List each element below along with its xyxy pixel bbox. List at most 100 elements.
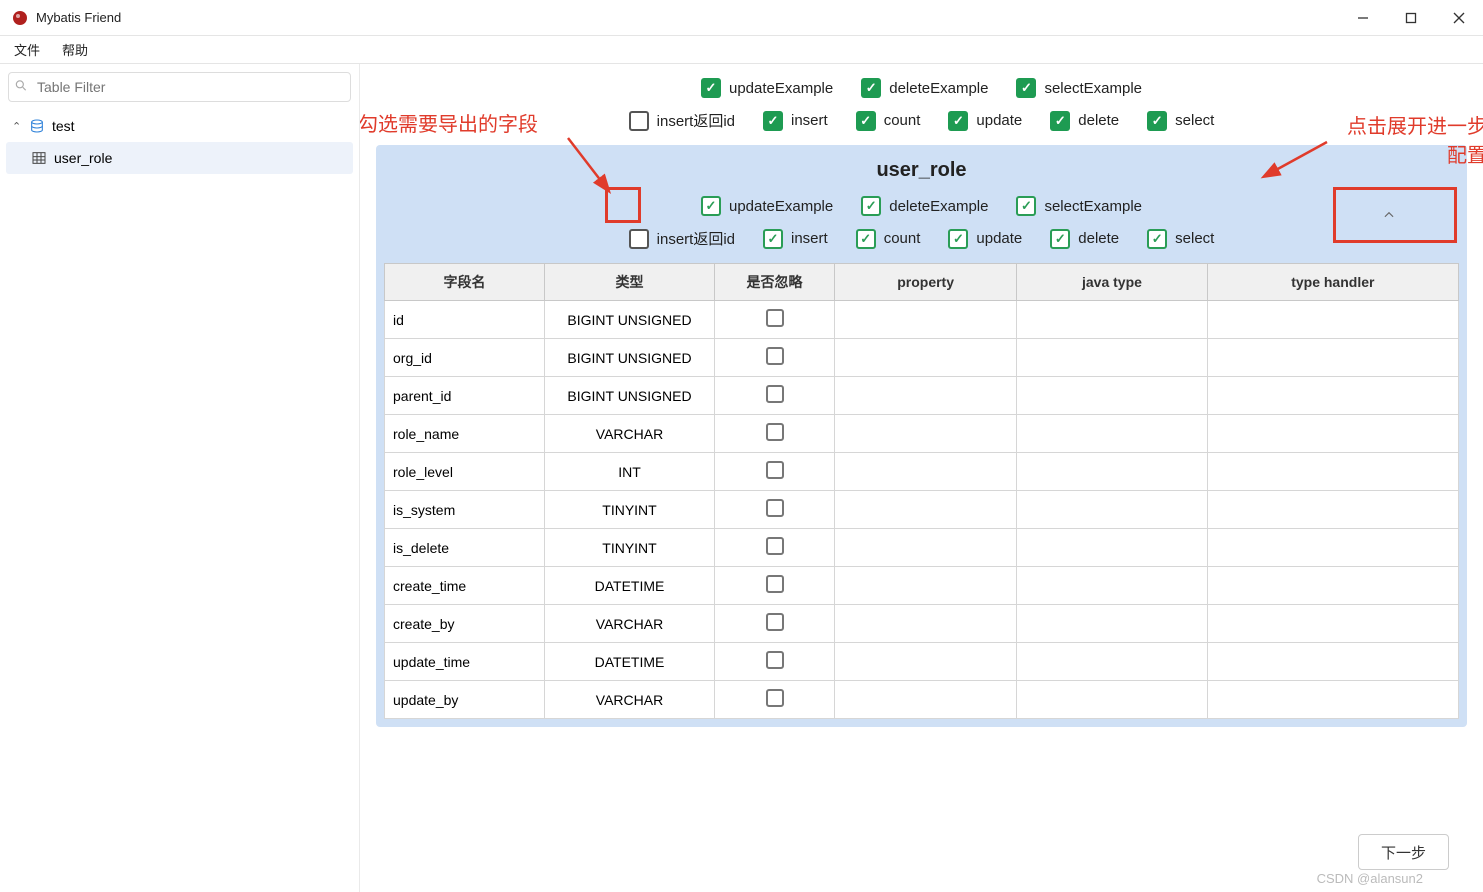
content-area: 勾选需要导出的字段 点击展开进一步 配置 ✓updateExample ✓del…: [360, 64, 1483, 892]
table-row[interactable]: role_nameVARCHAR: [385, 415, 1459, 453]
checkbox-icon[interactable]: [766, 347, 784, 365]
cell-javatype[interactable]: [1017, 339, 1207, 377]
table-row[interactable]: idBIGINT UNSIGNED: [385, 301, 1459, 339]
checkbox-icon[interactable]: [766, 689, 784, 707]
cell-property[interactable]: [835, 301, 1017, 339]
menu-help[interactable]: 帮助: [62, 40, 88, 59]
col-typehandler: type handler: [1207, 264, 1458, 301]
checkbox-icon[interactable]: [766, 575, 784, 593]
cell-typehandler[interactable]: [1207, 491, 1458, 529]
panel-checkbox-delete[interactable]: ✓delete: [1050, 229, 1119, 249]
cell-javatype[interactable]: [1017, 491, 1207, 529]
checkbox-deleteExample[interactable]: ✓deleteExample: [861, 78, 988, 98]
close-button[interactable]: [1435, 0, 1483, 35]
checkbox-icon[interactable]: [766, 423, 784, 441]
cell-ignore[interactable]: [715, 301, 835, 339]
cell-property[interactable]: [835, 643, 1017, 681]
checkbox-icon[interactable]: [766, 499, 784, 517]
cell-typehandler[interactable]: [1207, 643, 1458, 681]
menu-file[interactable]: 文件: [14, 40, 40, 59]
cell-javatype[interactable]: [1017, 453, 1207, 491]
cell-typehandler[interactable]: [1207, 301, 1458, 339]
checkbox-count[interactable]: ✓count: [856, 111, 921, 131]
table-row[interactable]: parent_idBIGINT UNSIGNED: [385, 377, 1459, 415]
maximize-button[interactable]: [1387, 0, 1435, 35]
cell-ignore[interactable]: [715, 339, 835, 377]
cell-javatype[interactable]: [1017, 529, 1207, 567]
cell-property[interactable]: [835, 529, 1017, 567]
table-row[interactable]: role_levelINT: [385, 453, 1459, 491]
checkbox-icon[interactable]: [766, 385, 784, 403]
table-row[interactable]: create_byVARCHAR: [385, 605, 1459, 643]
cell-ignore[interactable]: [715, 529, 835, 567]
panel-checkbox-count[interactable]: ✓count: [856, 229, 921, 249]
cell-typehandler[interactable]: [1207, 567, 1458, 605]
cell-typehandler[interactable]: [1207, 377, 1458, 415]
cell-property[interactable]: [835, 567, 1017, 605]
cell-javatype[interactable]: [1017, 415, 1207, 453]
cell-ignore[interactable]: [715, 491, 835, 529]
cell-javatype[interactable]: [1017, 301, 1207, 339]
checkbox-icon[interactable]: [766, 309, 784, 327]
table-filter-input[interactable]: [8, 72, 351, 102]
checkbox-insertReturnId[interactable]: insert返回id: [629, 110, 735, 131]
cell-javatype[interactable]: [1017, 605, 1207, 643]
col-type: 类型: [545, 264, 715, 301]
tree-table-node[interactable]: user_role: [6, 142, 353, 174]
checkbox-selectExample[interactable]: ✓selectExample: [1016, 78, 1142, 98]
panel-checkbox-updateExample[interactable]: ✓updateExample: [701, 196, 833, 216]
cell-property[interactable]: [835, 605, 1017, 643]
checkbox-updateExample[interactable]: ✓updateExample: [701, 78, 833, 98]
cell-property[interactable]: [835, 681, 1017, 719]
checkbox-icon[interactable]: [766, 537, 784, 555]
next-button[interactable]: 下一步: [1358, 834, 1449, 870]
cell-typehandler[interactable]: [1207, 453, 1458, 491]
panel-checkbox-update[interactable]: ✓update: [948, 229, 1022, 249]
cell-javatype[interactable]: [1017, 377, 1207, 415]
checkbox-insert[interactable]: ✓insert: [763, 111, 828, 131]
cell-ignore[interactable]: [715, 415, 835, 453]
table-row[interactable]: is_systemTINYINT: [385, 491, 1459, 529]
panel-checkbox-selectExample[interactable]: ✓selectExample: [1016, 196, 1142, 216]
panel-checkbox-insertReturnId[interactable]: insert返回id: [629, 228, 735, 249]
tree-database-node[interactable]: ⌃ test: [0, 110, 359, 142]
cell-ignore[interactable]: [715, 567, 835, 605]
table-row[interactable]: is_deleteTINYINT: [385, 529, 1459, 567]
cell-property[interactable]: [835, 415, 1017, 453]
col-javatype: java type: [1017, 264, 1207, 301]
cell-ignore[interactable]: [715, 453, 835, 491]
cell-typehandler[interactable]: [1207, 529, 1458, 567]
cell-property[interactable]: [835, 453, 1017, 491]
checkbox-select[interactable]: ✓select: [1147, 111, 1214, 131]
cell-typehandler[interactable]: [1207, 681, 1458, 719]
table-row[interactable]: update_timeDATETIME: [385, 643, 1459, 681]
cell-ignore[interactable]: [715, 643, 835, 681]
cell-javatype[interactable]: [1017, 681, 1207, 719]
cell-ignore[interactable]: [715, 605, 835, 643]
minimize-button[interactable]: [1339, 0, 1387, 35]
table-row[interactable]: create_timeDATETIME: [385, 567, 1459, 605]
cell-typehandler[interactable]: [1207, 339, 1458, 377]
expand-button[interactable]: [1329, 195, 1449, 235]
cell-property[interactable]: [835, 377, 1017, 415]
tree: ⌃ test user_role: [0, 106, 359, 174]
cell-typehandler[interactable]: [1207, 605, 1458, 643]
cell-property[interactable]: [835, 339, 1017, 377]
panel-checkbox-insert[interactable]: ✓insert: [763, 229, 828, 249]
cell-typehandler[interactable]: [1207, 415, 1458, 453]
panel-checkbox-deleteExample[interactable]: ✓deleteExample: [861, 196, 988, 216]
checkbox-update[interactable]: ✓update: [948, 111, 1022, 131]
panel-checkbox-select[interactable]: ✓select: [1147, 229, 1214, 249]
table-row[interactable]: update_byVARCHAR: [385, 681, 1459, 719]
checkbox-icon[interactable]: [766, 651, 784, 669]
cell-ignore[interactable]: [715, 681, 835, 719]
checkbox-icon[interactable]: [766, 613, 784, 631]
cell-javatype[interactable]: [1017, 567, 1207, 605]
cell-javatype[interactable]: [1017, 643, 1207, 681]
checkbox-delete[interactable]: ✓delete: [1050, 111, 1119, 131]
table-row[interactable]: org_idBIGINT UNSIGNED: [385, 339, 1459, 377]
cell-property[interactable]: [835, 491, 1017, 529]
cell-ignore[interactable]: [715, 377, 835, 415]
table-config-panel: user_role ✓updateExample ✓deleteExample …: [376, 145, 1467, 727]
checkbox-icon[interactable]: [766, 461, 784, 479]
